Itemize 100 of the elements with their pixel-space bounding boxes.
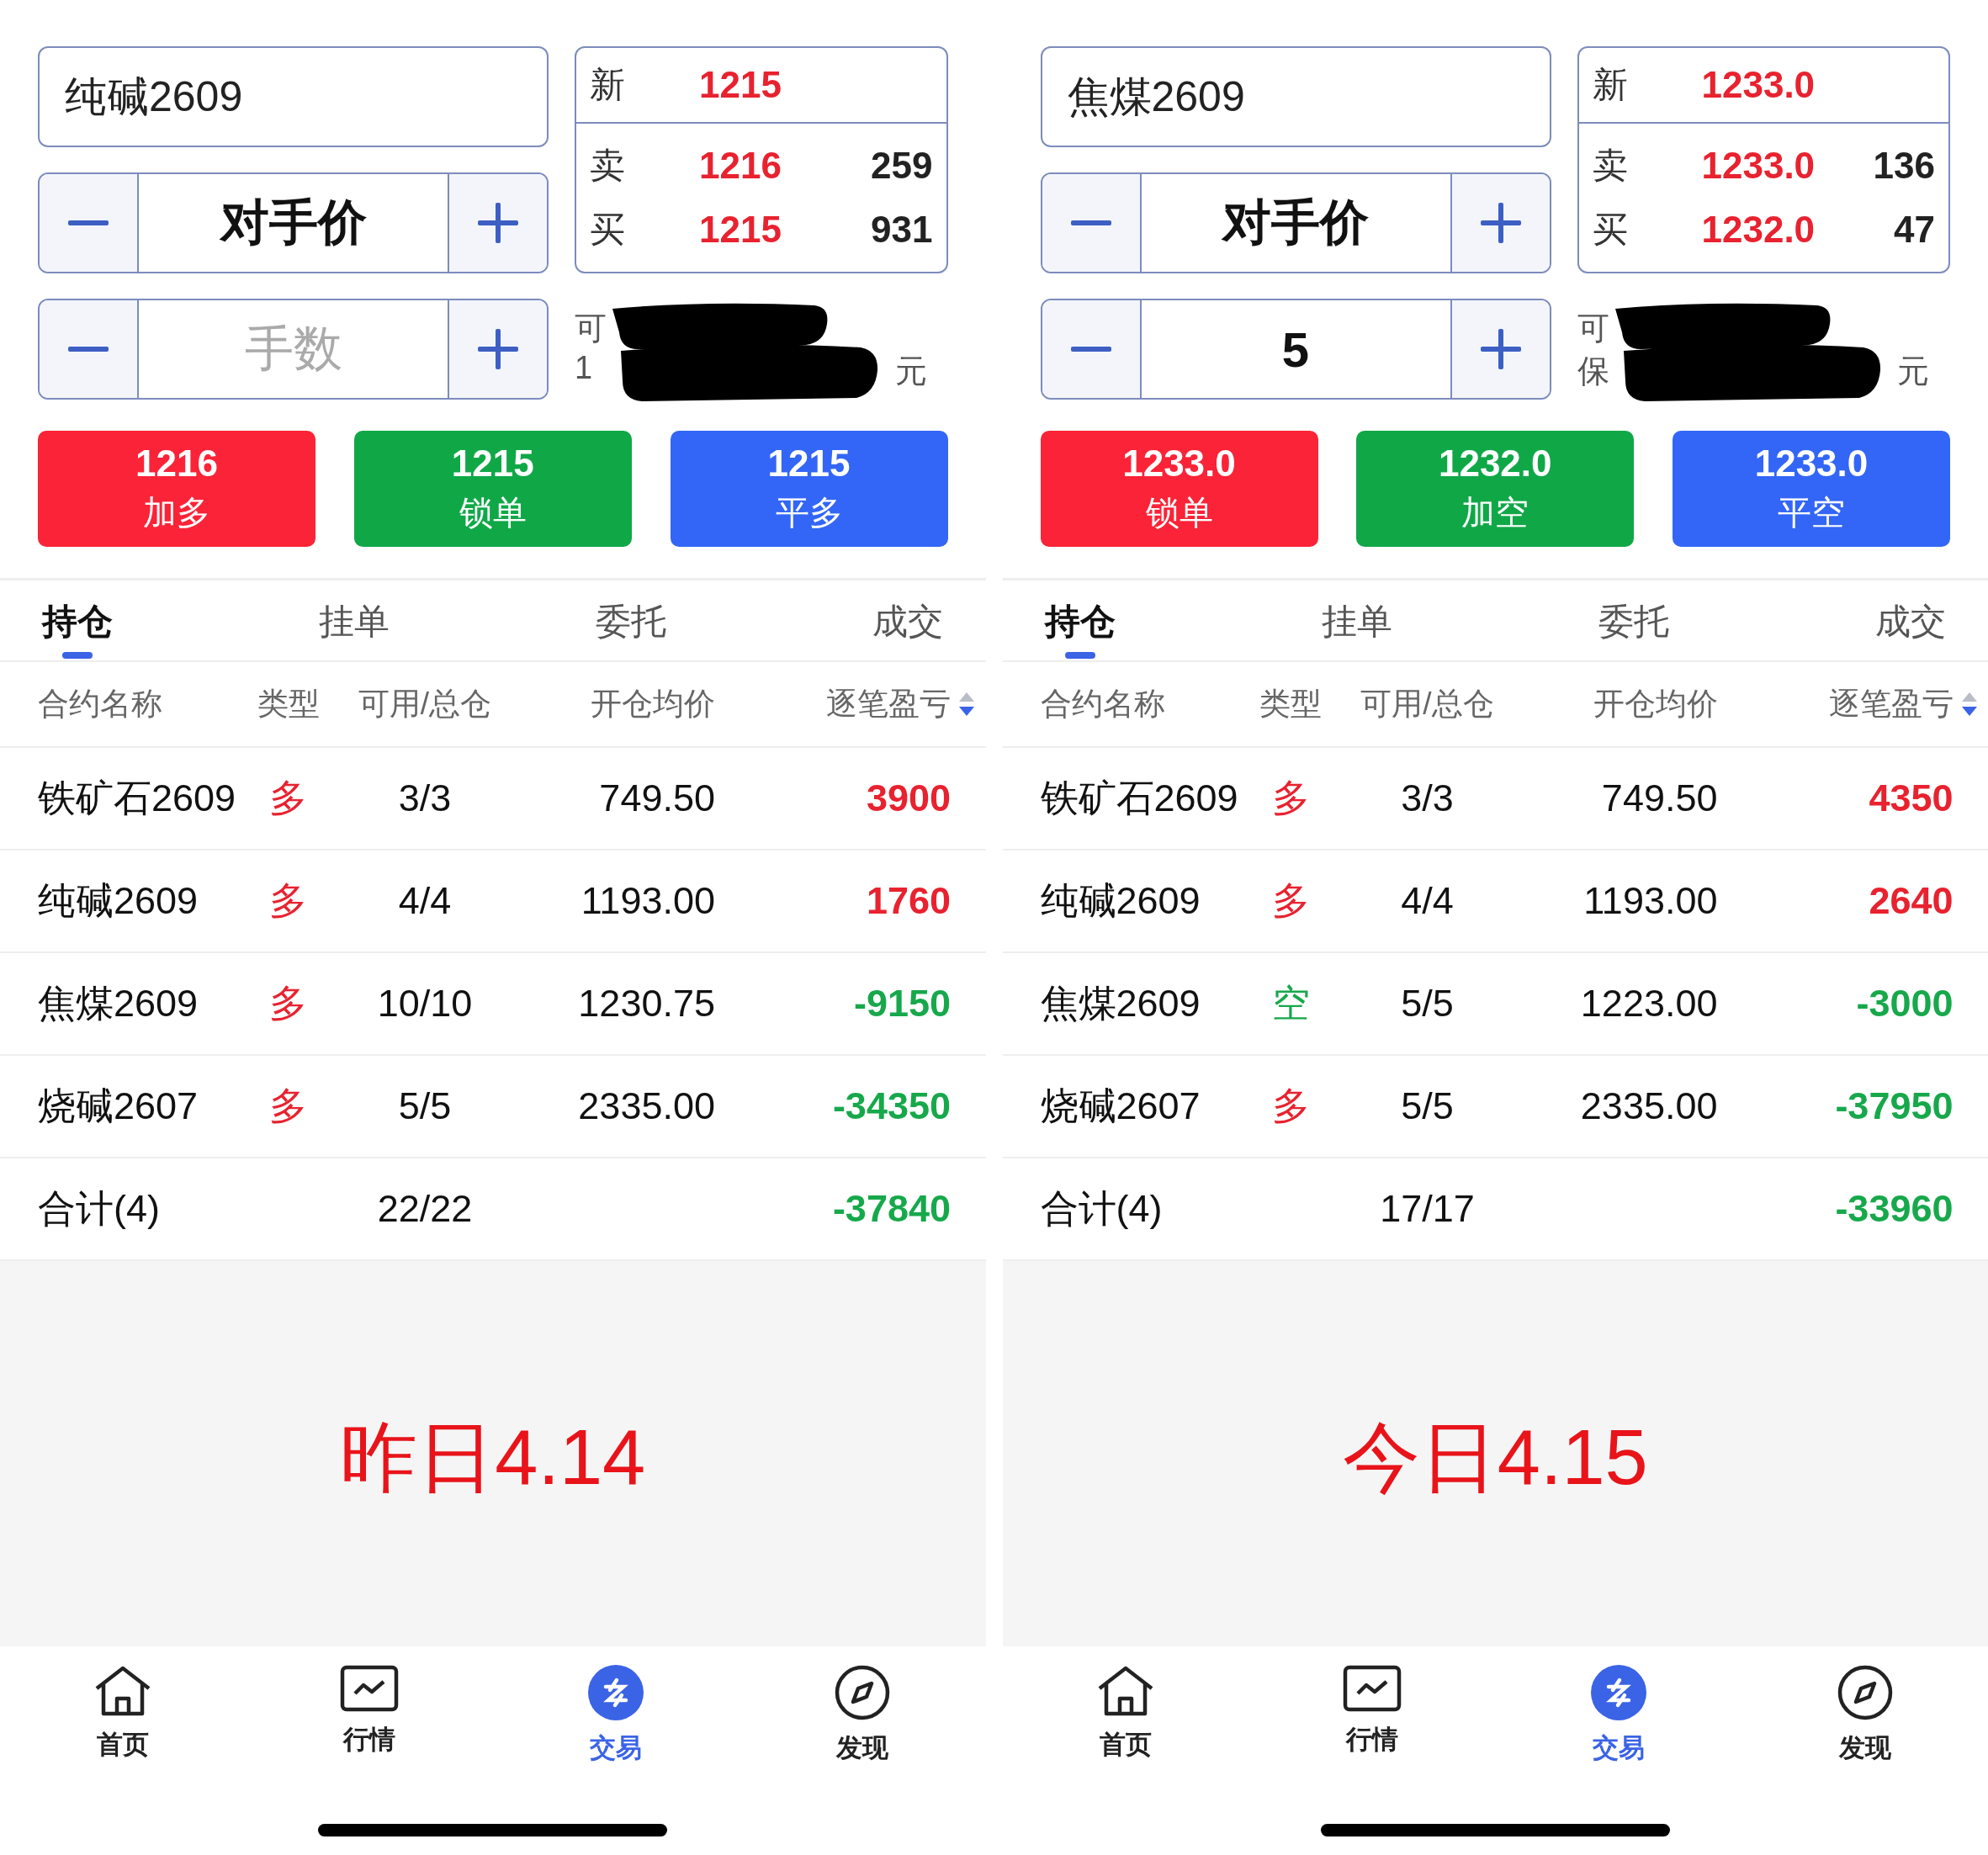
nav-tab[interactable]: 交易 bbox=[1578, 1656, 1658, 1774]
tab[interactable]: 委托 bbox=[1593, 579, 1673, 662]
lots-text: 10/10 bbox=[377, 982, 473, 1026]
sort-icon bbox=[1961, 692, 1977, 716]
sort-icon bbox=[959, 692, 974, 716]
column-header: 类型 bbox=[257, 686, 320, 723]
lots-text: 5/5 bbox=[398, 1084, 452, 1128]
nav-tab[interactable]: 交易 bbox=[576, 1656, 656, 1774]
contract-field[interactable]: 纯碱2609 bbox=[38, 46, 549, 147]
contract-name: 铁矿石2609 bbox=[1040, 776, 1238, 821]
position-type: 多 bbox=[1271, 878, 1310, 924]
compass-icon bbox=[1837, 1665, 1893, 1720]
trade-icon bbox=[1590, 1665, 1646, 1720]
pnl-value: 2640 bbox=[1869, 879, 1954, 923]
tab[interactable]: 成交 bbox=[868, 579, 948, 662]
pnl-value: -34350 bbox=[832, 1084, 951, 1128]
total-label: 合计(4) bbox=[38, 1186, 160, 1232]
tab[interactable]: 挂单 bbox=[315, 579, 395, 662]
pnl-value: 4350 bbox=[1869, 776, 1954, 820]
account-text: 元 bbox=[894, 352, 927, 390]
avg-price: 1230.75 bbox=[578, 982, 715, 1026]
column-header: 开仓均价 bbox=[1593, 686, 1718, 723]
bid-label: 买 bbox=[1592, 209, 1629, 251]
tab[interactable]: 持仓 bbox=[38, 579, 117, 662]
column-header: 逐笔盈亏 bbox=[1828, 686, 1954, 723]
nav-tab[interactable]: 发现 bbox=[823, 1656, 903, 1774]
ask-price: 1233.0 bbox=[1701, 145, 1816, 187]
tab[interactable]: 挂单 bbox=[1317, 579, 1397, 662]
ask-volume: 136 bbox=[1873, 145, 1935, 187]
tab[interactable]: 委托 bbox=[591, 579, 671, 662]
lots-text: 5/5 bbox=[1401, 982, 1454, 1026]
total-lots: 17/17 bbox=[1380, 1187, 1475, 1231]
order-button[interactable]: 1233.0 锁单 bbox=[1040, 431, 1318, 547]
avg-price: 749.50 bbox=[1601, 776, 1718, 820]
avg-price: 2335.00 bbox=[578, 1084, 715, 1128]
last-label: 新 bbox=[590, 64, 626, 106]
total-lots: 22/22 bbox=[377, 1187, 473, 1231]
position-type: 多 bbox=[1271, 1084, 1310, 1129]
nav-tab[interactable]: 发现 bbox=[1825, 1656, 1905, 1774]
position-type: 多 bbox=[1271, 776, 1310, 821]
position-type: 多 bbox=[269, 878, 307, 924]
contract-name: 铁矿石2609 bbox=[38, 776, 236, 821]
total-pnl: -33960 bbox=[1835, 1187, 1954, 1231]
trade-icon bbox=[588, 1665, 644, 1720]
column-header: 可用/总仓 bbox=[358, 686, 492, 723]
bid-label: 买 bbox=[590, 209, 626, 251]
lots-text: 3/3 bbox=[1401, 776, 1454, 820]
column-header: 合约名称 bbox=[1040, 686, 1165, 723]
nav-tab[interactable]: 行情 bbox=[1330, 1656, 1413, 1774]
bid-price: 1215 bbox=[699, 209, 782, 251]
position-type: 多 bbox=[269, 981, 307, 1026]
order-button[interactable]: 1215 平多 bbox=[670, 431, 948, 547]
contract-name: 焦煤2609 bbox=[38, 981, 199, 1026]
column-header: 开仓均价 bbox=[591, 686, 715, 723]
avg-price: 1223.00 bbox=[1580, 982, 1718, 1026]
avg-price: 1193.00 bbox=[1583, 879, 1718, 923]
bid-volume: 47 bbox=[1894, 209, 1935, 251]
ask-label: 卖 bbox=[1592, 145, 1629, 187]
last-price: 1215 bbox=[699, 64, 782, 106]
account-text: 保 bbox=[1577, 352, 1609, 390]
bid-price: 1232.0 bbox=[1701, 209, 1816, 251]
ask-volume: 259 bbox=[871, 145, 933, 187]
avg-price: 1193.00 bbox=[580, 879, 715, 923]
ask-label: 卖 bbox=[590, 145, 626, 187]
nav-tab[interactable]: 行情 bbox=[328, 1656, 411, 1774]
total-pnl: -37840 bbox=[832, 1187, 951, 1231]
lots-text: 3/3 bbox=[398, 776, 452, 820]
order-button[interactable]: 1233.0 平空 bbox=[1673, 431, 1950, 547]
date-note: 今日4.15 bbox=[1342, 1413, 1648, 1502]
nav-tab[interactable]: 首页 bbox=[1084, 1656, 1167, 1774]
column-header: 可用/总仓 bbox=[1360, 686, 1494, 723]
pnl-value: 1760 bbox=[866, 879, 951, 923]
contract-name: 烧碱2607 bbox=[38, 1084, 199, 1129]
column-header: 类型 bbox=[1259, 686, 1322, 723]
contract-name: 纯碱2609 bbox=[38, 878, 199, 924]
avg-price: 2335.00 bbox=[1580, 1084, 1718, 1128]
total-label: 合计(4) bbox=[1040, 1186, 1163, 1232]
position-type: 空 bbox=[1271, 981, 1310, 1026]
contract-name: 纯碱2609 bbox=[1040, 878, 1201, 924]
avg-price: 749.50 bbox=[599, 776, 715, 820]
account-text: 1 bbox=[575, 350, 593, 387]
account-text: 可 bbox=[575, 310, 607, 346]
chart-icon bbox=[340, 1665, 400, 1712]
account-text: 可 bbox=[1577, 310, 1609, 346]
last-price: 1233.0 bbox=[1701, 64, 1816, 106]
date-note: 昨日4.14 bbox=[340, 1413, 646, 1502]
chart-icon bbox=[1342, 1665, 1402, 1712]
contract-field[interactable]: 焦煤2609 bbox=[1040, 46, 1551, 147]
pnl-value: -9150 bbox=[853, 982, 951, 1026]
pnl-value: 3900 bbox=[866, 776, 951, 820]
tab[interactable]: 持仓 bbox=[1040, 579, 1120, 662]
order-button[interactable]: 1216 加多 bbox=[38, 431, 315, 547]
position-type: 多 bbox=[269, 776, 307, 821]
pnl-value: -3000 bbox=[1856, 982, 1954, 1026]
lots-text: 5/5 bbox=[1401, 1084, 1454, 1128]
tab[interactable]: 成交 bbox=[1870, 579, 1950, 662]
ask-price: 1216 bbox=[699, 145, 782, 187]
lots-text: 4/4 bbox=[398, 879, 452, 923]
lots-text: 4/4 bbox=[1401, 879, 1454, 923]
nav-tab[interactable]: 首页 bbox=[82, 1656, 165, 1774]
